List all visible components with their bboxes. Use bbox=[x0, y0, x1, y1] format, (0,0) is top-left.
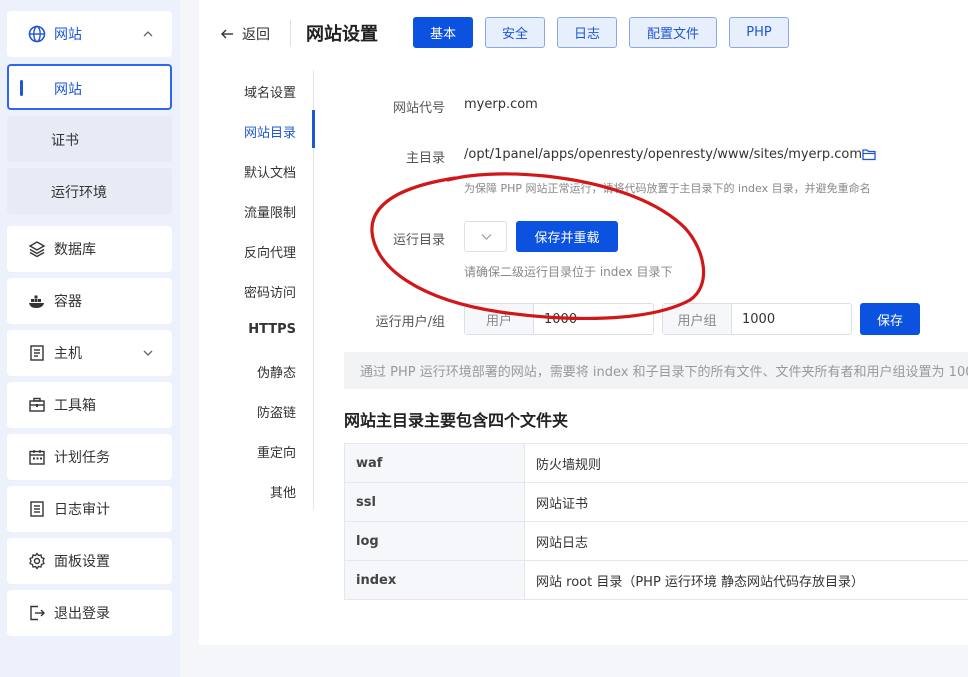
sidebar-subitem-certificate[interactable]: 证书 bbox=[7, 116, 172, 162]
root-dir-value: /opt/1panel/apps/openresty/openresty/www… bbox=[464, 147, 863, 162]
tab-security[interactable]: 安全 bbox=[485, 17, 545, 48]
folder-desc: 防火墙规则 bbox=[524, 443, 968, 483]
folder-name: waf bbox=[344, 443, 525, 483]
user-input[interactable]: 1000 bbox=[534, 304, 577, 334]
sidebar-subitem-label: 运行环境 bbox=[51, 185, 107, 201]
sidebar-subitem-label: 网站 bbox=[54, 82, 82, 98]
run-dir-label: 运行目录 bbox=[392, 233, 445, 248]
sidebar: 网站 网站 证书 运行环境 数据库 容器 主机 工具箱 计划任务 日志审计 面板… bbox=[0, 0, 180, 677]
back-button[interactable]: 返回 bbox=[220, 24, 270, 44]
back-label: 返回 bbox=[242, 27, 270, 43]
sidenav-default-doc[interactable]: 默认文档 bbox=[216, 162, 296, 181]
sidebar-item-label: 数据库 bbox=[54, 242, 96, 258]
info-notice: 通过 PHP 运行环境部署的网站，需要将 index 和子目录下的所有文件、文件… bbox=[344, 352, 968, 389]
tab-basic[interactable]: 基本 bbox=[413, 17, 473, 48]
logout-icon bbox=[30, 605, 45, 621]
sidenav-other[interactable]: 其他 bbox=[216, 482, 296, 501]
section-title: 网站主目录主要包含四个文件夹 bbox=[344, 411, 569, 430]
sidebar-item-logout[interactable]: 退出登录 bbox=[7, 590, 172, 636]
root-dir-hint: 为保障 PHP 网站正常运行，请将代码放置于主目录下的 index 目录，并避免… bbox=[464, 182, 871, 195]
log-icon bbox=[30, 501, 44, 517]
sidenav-active-indicator bbox=[312, 110, 315, 148]
user-input-group[interactable]: 用户 1000 bbox=[464, 303, 654, 335]
database-icon bbox=[28, 241, 46, 258]
sidebar-item-label: 面板设置 bbox=[54, 554, 110, 570]
chevron-down-icon bbox=[481, 234, 492, 240]
host-icon bbox=[30, 345, 44, 361]
sidebar-item-audit-log[interactable]: 日志审计 bbox=[7, 486, 172, 532]
table-row: log 网站日志 bbox=[344, 521, 968, 561]
sidebar-subitem-label: 证书 bbox=[51, 133, 79, 149]
toolbox-icon bbox=[29, 397, 45, 412]
chevron-down-icon bbox=[143, 350, 153, 356]
folder-name: log bbox=[344, 521, 525, 561]
sidebar-subitem-runtime[interactable]: 运行环境 bbox=[7, 168, 172, 214]
chevron-up-icon bbox=[143, 31, 153, 37]
folder-name: index bbox=[344, 560, 525, 600]
group-input-group[interactable]: 用户组 1000 bbox=[662, 303, 852, 335]
sidenav-password-access[interactable]: 密码访问 bbox=[216, 282, 296, 301]
folder-icon[interactable] bbox=[862, 148, 876, 161]
table-row: ssl 网站证书 bbox=[344, 482, 968, 522]
globe-icon bbox=[28, 25, 46, 43]
calendar-icon bbox=[29, 450, 45, 465]
sidenav-rewrite[interactable]: 伪静态 bbox=[216, 362, 296, 381]
folder-table: waf 防火墙规则 ssl 网站证书 log 网站日志 index 网站 roo… bbox=[344, 443, 968, 600]
sidenav-https[interactable]: HTTPS bbox=[216, 322, 296, 337]
folder-desc: 网站证书 bbox=[524, 482, 968, 522]
group-input[interactable]: 1000 bbox=[732, 304, 775, 334]
run-user-label: 运行用户/组 bbox=[375, 315, 445, 330]
sidebar-item-label: 网站 bbox=[54, 27, 82, 43]
site-code-label: 网站代号 bbox=[392, 101, 445, 116]
page-title: 网站设置 bbox=[306, 24, 378, 45]
active-indicator bbox=[20, 80, 23, 96]
sidenav-domain[interactable]: 域名设置 bbox=[216, 82, 296, 101]
sidebar-subitem-website[interactable]: 网站 bbox=[7, 64, 172, 110]
sidebar-item-container[interactable]: 容器 bbox=[7, 278, 172, 324]
sidebar-item-cron[interactable]: 计划任务 bbox=[7, 434, 172, 480]
sidenav-site-directory[interactable]: 网站目录 bbox=[216, 122, 296, 141]
user-prepend: 用户 bbox=[465, 304, 534, 334]
sidenav-hotlink[interactable]: 防盗链 bbox=[216, 402, 296, 421]
sidebar-item-label: 容器 bbox=[54, 294, 82, 310]
sidebar-item-label: 计划任务 bbox=[54, 450, 110, 466]
folder-desc: 网站日志 bbox=[524, 521, 968, 561]
sidebar-item-label: 日志审计 bbox=[54, 502, 110, 518]
header-divider bbox=[290, 20, 291, 46]
sidebar-item-toolbox[interactable]: 工具箱 bbox=[7, 382, 172, 428]
tab-php[interactable]: PHP bbox=[729, 17, 789, 48]
table-row: index 网站 root 目录（PHP 运行环境 静态网站代码存放目录） bbox=[344, 560, 968, 600]
sidebar-item-settings[interactable]: 面板设置 bbox=[7, 538, 172, 584]
arrow-left-icon bbox=[221, 29, 233, 39]
sidebar-item-label: 工具箱 bbox=[54, 398, 96, 414]
sidebar-item-host[interactable]: 主机 bbox=[7, 330, 172, 376]
sidenav-rate-limit[interactable]: 流量限制 bbox=[216, 202, 296, 221]
run-dir-hint: 请确保二级运行目录位于 index 目录下 bbox=[464, 265, 673, 279]
table-row: waf 防火墙规则 bbox=[344, 443, 968, 483]
sidenav-reverse-proxy[interactable]: 反向代理 bbox=[216, 242, 296, 261]
site-code-value: myerp.com bbox=[464, 97, 538, 112]
save-button[interactable]: 保存 bbox=[860, 303, 920, 335]
docker-icon bbox=[29, 295, 44, 308]
sidebar-item-database[interactable]: 数据库 bbox=[7, 226, 172, 272]
root-dir-label: 主目录 bbox=[405, 151, 445, 166]
tab-config-file[interactable]: 配置文件 bbox=[629, 17, 717, 48]
group-prepend: 用户组 bbox=[663, 304, 732, 334]
sidebar-item-label: 退出登录 bbox=[54, 606, 110, 622]
gear-icon bbox=[29, 552, 45, 570]
run-dir-select[interactable] bbox=[464, 221, 507, 252]
folder-desc: 网站 root 目录（PHP 运行环境 静态网站代码存放目录） bbox=[524, 560, 968, 600]
sidebar-item-website[interactable]: 网站 bbox=[7, 11, 172, 57]
tab-log[interactable]: 日志 bbox=[557, 17, 617, 48]
sidenav-redirect[interactable]: 重定向 bbox=[216, 442, 296, 461]
sidebar-item-label: 主机 bbox=[54, 346, 82, 362]
save-reload-button[interactable]: 保存并重载 bbox=[516, 221, 618, 252]
folder-name: ssl bbox=[344, 482, 525, 522]
